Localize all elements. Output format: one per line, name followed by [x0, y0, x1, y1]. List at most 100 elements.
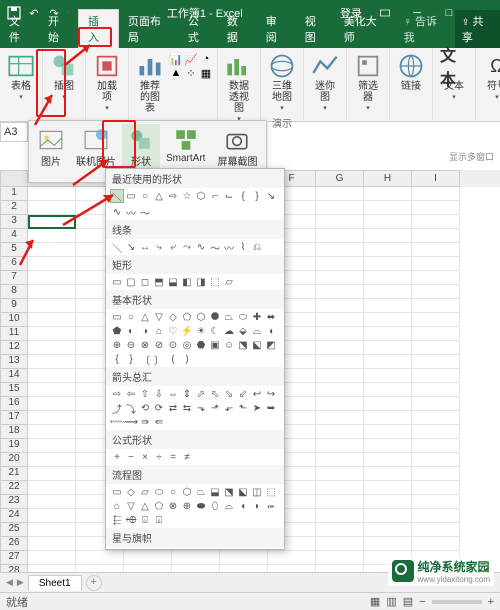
tab-data[interactable]: 数据 — [218, 10, 257, 48]
cell[interactable] — [364, 313, 412, 327]
view-normal-icon[interactable]: ▦ — [370, 595, 380, 608]
cell[interactable] — [28, 425, 76, 439]
cell[interactable] — [364, 355, 412, 369]
row-header[interactable]: 23 — [0, 495, 28, 509]
sheet-tab-1[interactable]: Sheet1 — [28, 575, 82, 591]
tables-button[interactable]: 表格▾ — [4, 50, 38, 103]
cell[interactable] — [316, 229, 364, 243]
cell[interactable] — [28, 299, 76, 313]
row-header[interactable]: 12 — [0, 341, 28, 355]
tab-formulas[interactable]: 公式 — [179, 10, 218, 48]
cell[interactable] — [412, 453, 460, 467]
cell[interactable] — [28, 327, 76, 341]
row-header[interactable]: 9 — [0, 299, 28, 313]
cell[interactable] — [28, 369, 76, 383]
cell[interactable] — [364, 523, 412, 537]
cell[interactable] — [412, 523, 460, 537]
cell[interactable] — [316, 327, 364, 341]
cell[interactable] — [316, 257, 364, 271]
sheet-nav-next[interactable]: ▶ — [17, 577, 24, 588]
cell[interactable] — [364, 425, 412, 439]
cell[interactable] — [364, 243, 412, 257]
name-box[interactable]: A3 — [0, 122, 28, 142]
chart-bar-icon[interactable]: 📊 — [169, 52, 183, 66]
cell[interactable] — [364, 495, 412, 509]
cell[interactable] — [364, 383, 412, 397]
cell[interactable] — [412, 439, 460, 453]
illustrations-button[interactable]: 插图▾ — [47, 50, 81, 103]
cell[interactable] — [316, 271, 364, 285]
cell[interactable] — [412, 509, 460, 523]
cell[interactable] — [316, 509, 364, 523]
cell[interactable] — [28, 509, 76, 523]
cell[interactable] — [364, 271, 412, 285]
chart-surface-icon[interactable]: ▦ — [199, 66, 213, 80]
cell[interactable] — [28, 341, 76, 355]
cell[interactable] — [364, 411, 412, 425]
cell[interactable] — [28, 187, 76, 201]
row-header[interactable]: 7 — [0, 271, 28, 285]
cell[interactable] — [364, 215, 412, 229]
cell[interactable] — [316, 411, 364, 425]
shape-brace-r[interactable]: } — [250, 189, 264, 203]
cell[interactable] — [316, 397, 364, 411]
cell[interactable] — [316, 243, 364, 257]
shape-oval[interactable]: ○ — [138, 189, 152, 203]
cell[interactable] — [316, 481, 364, 495]
shape-star[interactable]: ☆ — [180, 189, 194, 203]
cell[interactable] — [412, 397, 460, 411]
row-header[interactable]: 1 — [0, 187, 28, 201]
row-header[interactable]: 5 — [0, 243, 28, 257]
tab-layout[interactable]: 页面布局 — [119, 10, 179, 48]
cell[interactable] — [412, 355, 460, 369]
cell[interactable] — [28, 271, 76, 285]
row-header[interactable]: 15 — [0, 383, 28, 397]
cell[interactable] — [412, 425, 460, 439]
cell[interactable] — [364, 229, 412, 243]
cell[interactable] — [412, 243, 460, 257]
cell[interactable] — [28, 495, 76, 509]
cell[interactable] — [364, 201, 412, 215]
row-header[interactable]: 2 — [0, 201, 28, 215]
cell[interactable] — [412, 299, 460, 313]
cell[interactable] — [364, 299, 412, 313]
cell[interactable] — [28, 411, 76, 425]
cell[interactable] — [268, 551, 316, 565]
shape-rect[interactable]: ▭ — [124, 189, 138, 203]
view-pagelayout-icon[interactable]: ▥ — [386, 595, 396, 608]
cell[interactable] — [172, 551, 220, 565]
cell[interactable] — [412, 229, 460, 243]
tab-home[interactable]: 开始 — [39, 10, 78, 48]
row-header[interactable]: 22 — [0, 481, 28, 495]
cell[interactable] — [28, 397, 76, 411]
cell[interactable] — [316, 495, 364, 509]
cell[interactable] — [364, 341, 412, 355]
tab-view[interactable]: 视图 — [296, 10, 335, 48]
cell[interactable] — [412, 187, 460, 201]
cell[interactable] — [28, 285, 76, 299]
row-header[interactable]: 8 — [0, 285, 28, 299]
cell[interactable] — [364, 453, 412, 467]
shape-brace-l[interactable]: { — [236, 189, 250, 203]
cell[interactable] — [316, 299, 364, 313]
cell[interactable] — [412, 257, 460, 271]
cell[interactable] — [316, 425, 364, 439]
zoom-in-button[interactable]: + — [488, 596, 494, 608]
chart-area-icon[interactable]: ▲ — [169, 66, 183, 80]
row-header[interactable]: 20 — [0, 453, 28, 467]
symbols-button[interactable]: Ω符号▾ — [480, 50, 500, 103]
cell[interactable] — [316, 551, 364, 565]
cell[interactable] — [412, 215, 460, 229]
row-header[interactable]: 14 — [0, 369, 28, 383]
shape-l1[interactable]: ⌐ — [208, 189, 222, 203]
row-header[interactable]: 24 — [0, 509, 28, 523]
cell[interactable] — [412, 327, 460, 341]
row-header[interactable]: 4 — [0, 229, 28, 243]
cell[interactable] — [364, 481, 412, 495]
cell[interactable] — [316, 201, 364, 215]
cell[interactable] — [220, 551, 268, 565]
shape-curve2[interactable]: 〰 — [124, 205, 138, 219]
cell[interactable] — [412, 201, 460, 215]
pivotchart-button[interactable]: 数据透视图▾ — [222, 50, 256, 125]
cell[interactable] — [316, 453, 364, 467]
